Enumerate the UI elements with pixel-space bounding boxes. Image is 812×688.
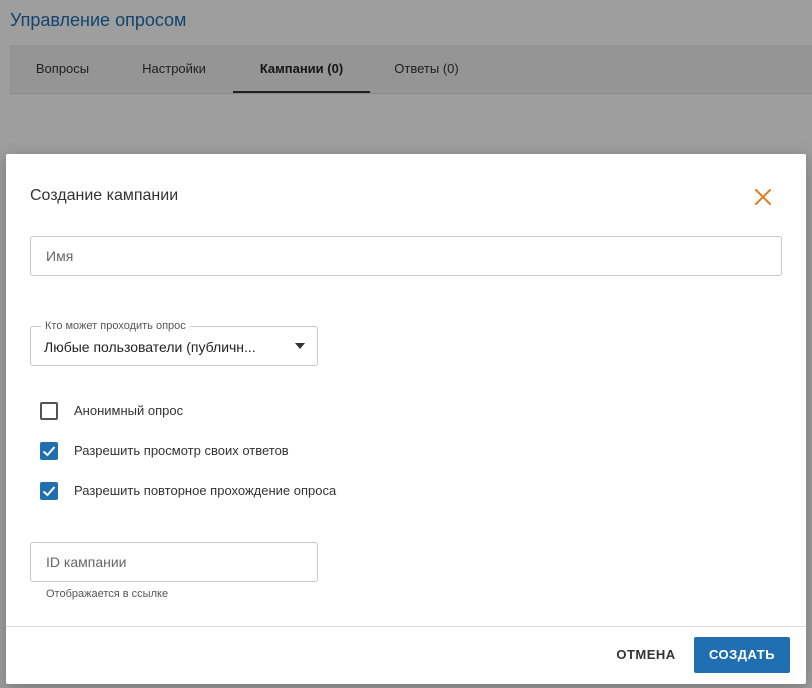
checkbox-label-allow-retake: Разрешить повторное прохождение опроса (74, 483, 337, 498)
checkbox-checked-icon[interactable] (40, 482, 58, 500)
dialog-title: Создание кампании (30, 187, 179, 204)
dialog-footer: ОТМЕНА СОЗДАТЬ (6, 626, 806, 685)
checkbox-label-anonymous: Анонимный опрос (74, 403, 184, 418)
create-button[interactable]: СОЗДАТЬ (694, 637, 790, 673)
access-select[interactable]: Кто может проходить опрос Любые пользова… (30, 320, 318, 366)
checkbox-checked-icon[interactable] (40, 442, 58, 460)
close-icon (755, 189, 771, 205)
checkbox-allow-retake[interactable]: Разрешить повторное прохождение опроса (40, 482, 380, 502)
campaign-id-helper-text: Отображается в ссылке (46, 588, 169, 600)
name-input[interactable] (31, 237, 781, 275)
checkbox-unchecked-icon[interactable] (40, 402, 58, 420)
checkmark-icon (42, 486, 56, 497)
access-select-value: Любые пользователи (публичн... (44, 339, 256, 355)
access-select-label: Кто может проходить опрос (41, 320, 190, 332)
checkbox-label-view-own-answers: Разрешить просмотр своих ответов (74, 443, 289, 458)
cancel-button[interactable]: ОТМЕНА (606, 637, 686, 673)
close-button[interactable] (751, 185, 775, 209)
checkbox-anonymous[interactable]: Анонимный опрос (40, 402, 340, 422)
name-field-container (30, 236, 782, 276)
dropdown-arrow-icon (295, 343, 305, 349)
checkbox-view-own-answers[interactable]: Разрешить просмотр своих ответов (40, 442, 340, 462)
campaign-id-field-container (30, 542, 318, 582)
checkmark-icon (42, 446, 56, 457)
campaign-id-input[interactable] (31, 543, 317, 581)
create-campaign-dialog: Создание кампании Кто может проходить оп… (6, 154, 806, 684)
